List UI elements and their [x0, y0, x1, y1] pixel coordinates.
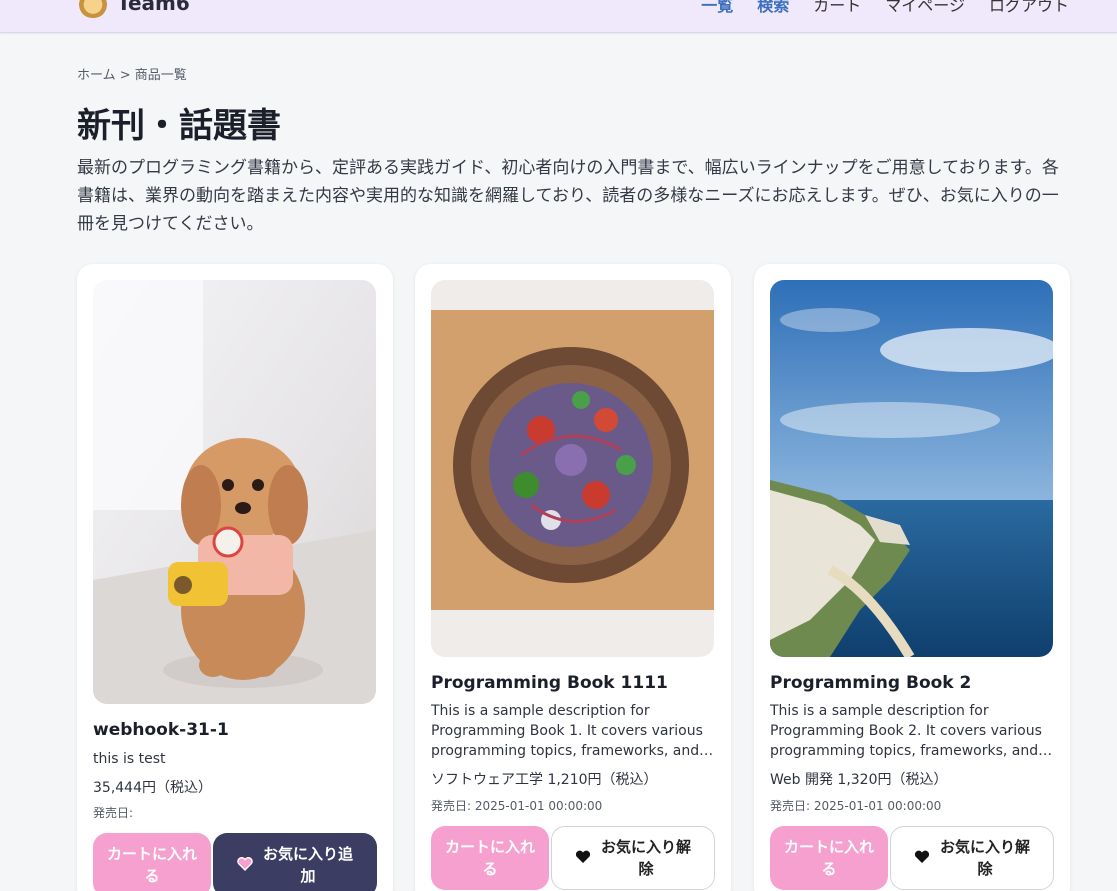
add-to-cart-button[interactable]: カートに入れる — [770, 826, 888, 890]
product-description: This is a sample description for Program… — [770, 703, 1042, 759]
brand-name: Team6 — [117, 0, 190, 15]
nav-link-logout[interactable]: ログアウト — [989, 0, 1069, 16]
favorite-label: お気に入り解除 — [601, 838, 692, 878]
heart-outline-icon — [237, 856, 253, 874]
top-nav-bar: Team6 一覧 検索 カート マイページ ログアウト — [0, 0, 1117, 33]
breadcrumb[interactable]: ホーム > 商品一覧 — [77, 64, 187, 83]
product-title[interactable]: Programming Book 2 — [770, 673, 971, 693]
favorite-label: お気に入り解除 — [940, 838, 1031, 878]
salad-bowl-photo — [431, 280, 714, 657]
intro-text: 最新のプログラミング書籍から、定評ある実践ガイド、初心者向けの入門書まで、幅広い… — [77, 158, 1059, 234]
remove-favorite-button[interactable]: お気に入り解除 — [890, 826, 1054, 890]
brand-logo-icon — [77, 0, 109, 18]
coastline-photo — [770, 280, 1053, 657]
nav-link-list[interactable]: 一覧 — [701, 0, 733, 16]
release-date: 発売日: 2025-01-01 00:00:00 — [431, 799, 603, 813]
product-card[interactable]: webhook-31-1 this is test 35,444円（税込） 発売… — [77, 264, 393, 891]
product-card[interactable]: Programming Book 1111 This is a sample d… — [415, 264, 731, 891]
product-title[interactable]: webhook-31-1 — [93, 720, 229, 740]
add-to-cart-button[interactable]: カートに入れる — [93, 833, 211, 891]
product-description: This is a sample description for Program… — [431, 703, 703, 759]
product-description: this is test — [93, 751, 166, 767]
add-favorite-button[interactable]: お気に入り追加 — [213, 833, 377, 891]
add-to-cart-button[interactable]: カートに入れる — [431, 826, 549, 890]
nav-link-search[interactable]: 検索 — [757, 0, 789, 16]
brand[interactable]: Team6 — [77, 0, 190, 18]
product-price: ソフトウェア工学 1,210円（税込） — [431, 772, 658, 788]
product-card[interactable]: Programming Book 2 This is a sample desc… — [754, 264, 1070, 891]
nav-link-mypage[interactable]: マイページ — [885, 0, 965, 16]
nav-link-cart[interactable]: カート — [813, 0, 861, 16]
product-price: Web 開発 1,320円（税込） — [770, 772, 948, 788]
release-date: 発売日: — [93, 806, 134, 820]
remove-favorite-button[interactable]: お気に入り解除 — [551, 826, 715, 890]
product-image[interactable] — [431, 280, 714, 657]
heart-filled-icon — [575, 850, 591, 867]
favorite-label: お気に入り追加 — [263, 845, 354, 885]
heart-filled-icon — [914, 850, 930, 867]
release-date: 発売日: 2025-01-01 00:00:00 — [770, 799, 942, 813]
product-image[interactable] — [770, 280, 1053, 657]
main-nav: 一覧 検索 カート マイページ ログアウト — [701, 0, 1069, 16]
product-image[interactable] — [93, 280, 376, 704]
product-price: 35,444円（税込） — [93, 780, 212, 796]
poodle-photo — [93, 280, 376, 704]
product-title[interactable]: Programming Book 1111 — [431, 673, 668, 693]
page-title: 新刊・話題書 — [77, 106, 281, 146]
